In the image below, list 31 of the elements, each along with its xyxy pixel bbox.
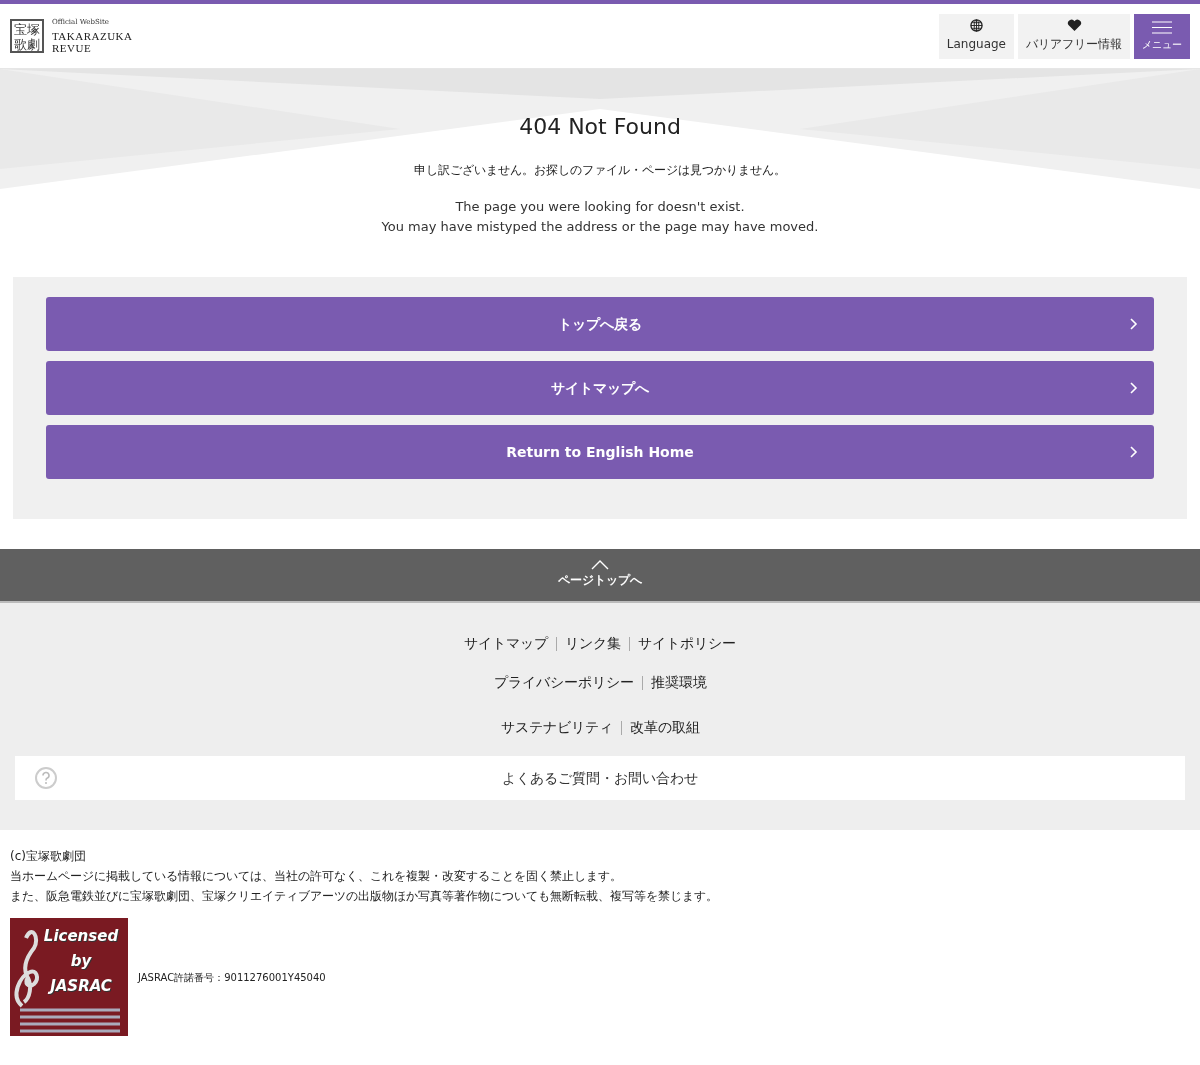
logo-name: TAKARAZUKA REVUE (52, 29, 133, 54)
chevron-icon (1130, 382, 1138, 394)
accessibility-button[interactable]: バリアフリー情報 (1018, 13, 1130, 59)
nav-button[interactable]: Return to English Home (46, 425, 1154, 479)
logo-mark: 宝塚歌劇 (10, 19, 44, 53)
jasrac-logo: Licensed by JASRAC (10, 918, 128, 1036)
nav-button[interactable]: トップへ戻る (46, 297, 1154, 351)
faq-link[interactable]: よくあるご質問・お問い合わせ (15, 756, 1185, 800)
footer-link[interactable]: 推奨環境 (650, 672, 707, 693)
footer-link[interactable]: 改革の取組 (629, 717, 700, 738)
error-description: The page you were looking for doesn't exist. You may have mistyped the address or the page may have moved. (380, 198, 820, 236)
page-top-button[interactable]: ページトップへ (0, 549, 1200, 603)
menu-icon (1152, 20, 1172, 34)
footer-link[interactable]: サステナビリティ (500, 717, 613, 738)
footer-link[interactable]: リンク集 (565, 633, 621, 654)
copyright-text: (c)宝塚歌劇団 当ホームページに掲載している情報については、当社の許可なく、これを複製・改変することを固く禁止します。 また、阪急電鉄並びに宝塚歌劇団、宝塚クリエイティブアーツの出版物ほか写真等著作物についても無断転載、複写等を禁じます。 (9, 848, 719, 905)
help-icon (35, 767, 57, 789)
chevron-icon (1130, 446, 1138, 458)
footer-link[interactable]: サイトポリシー (638, 633, 736, 654)
footer-link[interactable]: サイトマップ (464, 633, 548, 654)
page-title: 404 Not Found (519, 114, 681, 141)
language-button[interactable]: Language (938, 13, 1014, 59)
up-icon (591, 560, 609, 571)
globe-icon (969, 19, 983, 32)
chevron-icon (1130, 318, 1138, 330)
license-number: JASRAC許諾番号：9011276001Y45040 (138, 970, 326, 985)
menu-button[interactable]: メニュー (1134, 13, 1190, 59)
nav-button[interactable]: サイトマップへ (46, 361, 1154, 415)
error-message: 申し訳ございません。お探しのファイル・ページは見つかりません。 (413, 162, 787, 179)
footer-link[interactable]: プライバシーポリシー (493, 672, 634, 693)
heart-icon (1066, 19, 1082, 32)
